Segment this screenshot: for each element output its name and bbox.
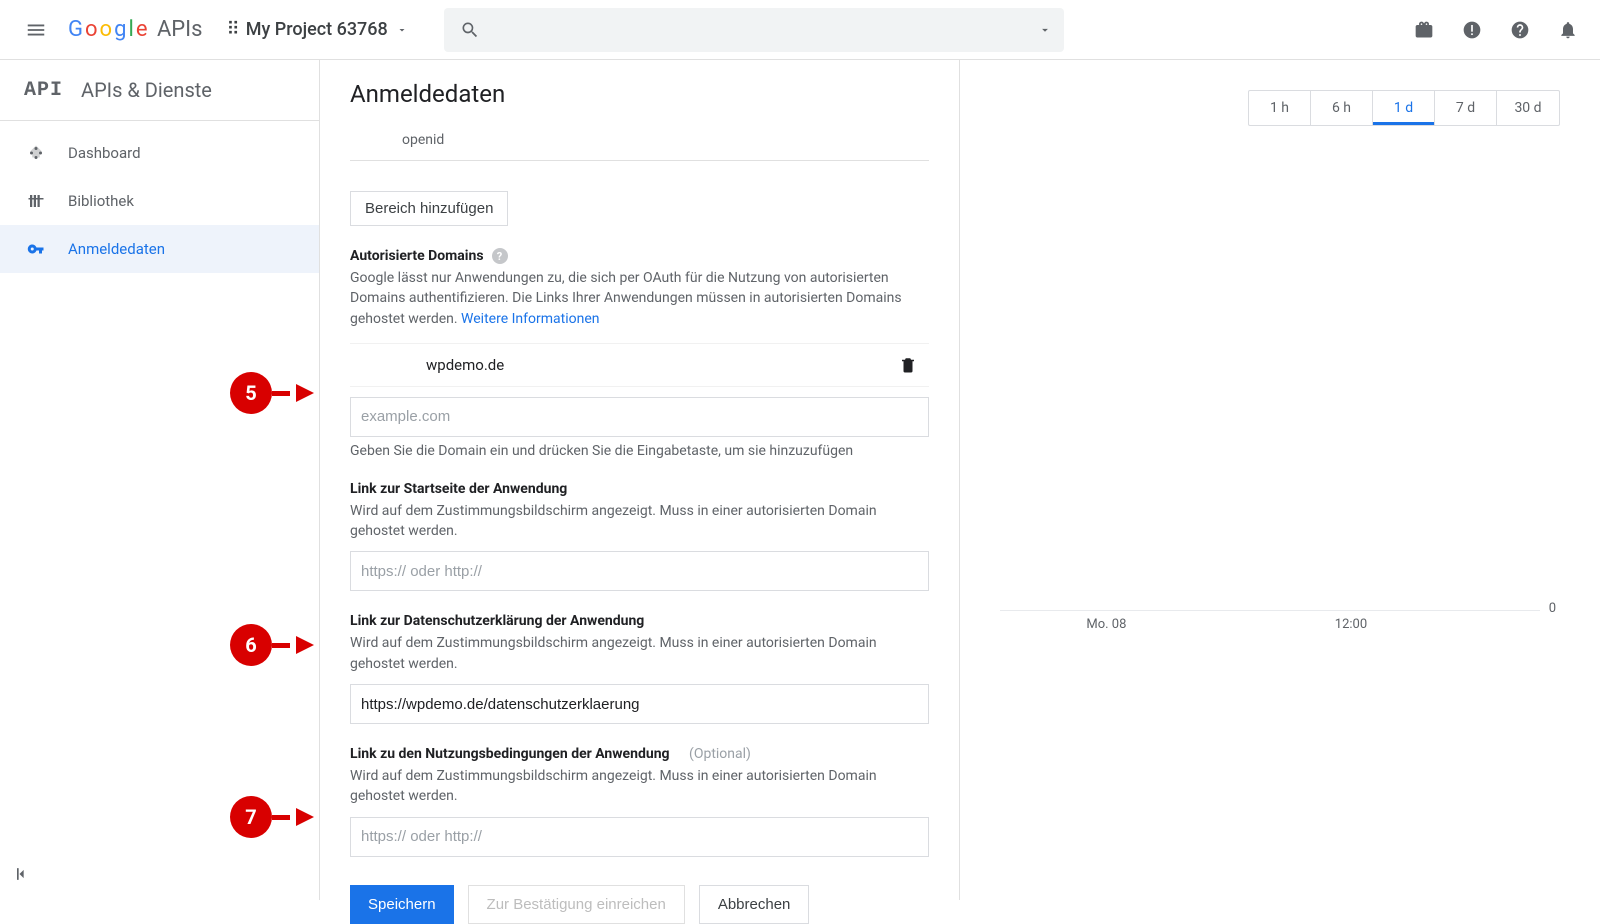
sidebar-item-label: Anmeldedaten (68, 240, 165, 258)
tos-optional: (Optional) (689, 746, 751, 762)
chart-tick-0: Mo. 08 (1086, 617, 1126, 632)
help-icon[interactable] (1508, 18, 1532, 42)
notifications-icon[interactable] (1556, 18, 1580, 42)
top-bar: Google APIs ⠿ My Project 63768 (0, 0, 1600, 60)
page-title: Anmeldedaten (350, 60, 929, 132)
add-scope-button[interactable]: Bereich hinzufügen (350, 191, 508, 226)
main: Anmeldedaten openid Bereich hinzufügen A… (320, 60, 1600, 900)
project-icon: ⠿ (227, 19, 238, 40)
search-bar[interactable] (444, 8, 1064, 52)
save-button[interactable]: Speichern (350, 885, 454, 924)
time-tab-1d[interactable]: 1 d (1373, 91, 1435, 125)
tos-link-label-text: Link zu den Nutzungsbedingungen der Anwe… (350, 746, 670, 762)
shell: API APIs & Dienste Dashboard Bibliothek (0, 60, 1600, 900)
cancel-button[interactable]: Abbrechen (699, 885, 810, 924)
library-icon (26, 192, 46, 210)
sidebar: API APIs & Dienste Dashboard Bibliothek (0, 60, 320, 900)
scope-row-openid: openid (350, 132, 929, 161)
time-tab-1h[interactable]: 1 h (1249, 91, 1311, 125)
sidebar-item-library[interactable]: Bibliothek (0, 177, 319, 225)
privacy-link-input[interactable] (350, 684, 929, 724)
search-dropdown-icon[interactable] (1038, 23, 1052, 37)
sidebar-item-label: Dashboard (68, 144, 141, 162)
auth-domains-desc-text: Google lässt nur Anwendungen zu, die sic… (350, 270, 902, 327)
more-info-link[interactable]: Weitere Informationen (461, 311, 599, 327)
privacy-link-desc: Wird auf dem Zustimmungsbildschirm angez… (350, 633, 929, 674)
sidebar-item-label: Bibliothek (68, 192, 134, 210)
nav: Dashboard Bibliothek Anmeldedaten (0, 121, 319, 273)
privacy-link-label: Link zur Datenschutzerklärung der Anwend… (350, 613, 929, 629)
sidebar-item-dashboard[interactable]: Dashboard (0, 129, 319, 177)
collapse-icon (12, 864, 32, 884)
auth-domains-desc: Google lässt nur Anwendungen zu, die sic… (350, 268, 929, 329)
dashboard-icon (26, 144, 46, 162)
action-row: Speichern Zur Bestätigung einreichen Abb… (350, 885, 929, 924)
time-tab-30d[interactable]: 30 d (1497, 91, 1559, 125)
help-tooltip-icon[interactable]: ? (492, 248, 508, 264)
caret-down-icon (396, 24, 408, 36)
annotation-marker-7: 7 (230, 796, 314, 838)
content: Anmeldedaten openid Bereich hinzufügen A… (320, 60, 960, 900)
domain-row: wpdemo.de (350, 344, 929, 387)
homepage-link-desc: Wird auf dem Zustimmungsbildschirm angez… (350, 501, 929, 542)
homepage-link-label: Link zur Startseite der Anwendung (350, 481, 929, 497)
project-name: My Project 63768 (246, 19, 388, 40)
chart-y-zero: 0 (1549, 601, 1556, 616)
annotation-marker-6: 6 (230, 624, 314, 666)
annotation-marker-5-num: 5 (230, 372, 272, 414)
tos-link-label: Link zu den Nutzungsbedingungen der Anwe… (350, 746, 929, 762)
alert-icon[interactable] (1460, 18, 1484, 42)
domain-input[interactable] (350, 397, 929, 437)
hamburger-menu-icon[interactable] (12, 6, 60, 54)
annotation-marker-7-num: 7 (230, 796, 272, 838)
annotation-marker-6-num: 6 (230, 624, 272, 666)
time-range-selector: 1 h 6 h 1 d 7 d 30 d (1248, 90, 1560, 126)
chart-x-axis: 0 Mo. 08 12:00 (1000, 610, 1540, 611)
annotation-marker-5: 5 (230, 372, 314, 414)
project-picker[interactable]: ⠿ My Project 63768 (227, 19, 408, 40)
chart-tick-1: 12:00 (1335, 617, 1367, 632)
delete-domain-icon[interactable] (899, 356, 917, 374)
domain-value: wpdemo.de (426, 356, 504, 374)
tos-link-desc: Wird auf dem Zustimmungsbildschirm angez… (350, 766, 929, 807)
sidebar-title-text: APIs & Dienste (81, 78, 212, 102)
right-pane: 1 h 6 h 1 d 7 d 30 d 0 Mo. 08 12:00 (960, 60, 1600, 900)
domain-input-hint: Geben Sie die Domain ein und drücken Sie… (350, 443, 929, 459)
time-tab-6h[interactable]: 6 h (1311, 91, 1373, 125)
time-tab-7d[interactable]: 7 d (1435, 91, 1497, 125)
submit-verify-button: Zur Bestätigung einreichen (468, 885, 685, 924)
auth-domains-label: Autorisierte Domains ? (350, 248, 929, 264)
sidebar-title: API APIs & Dienste (0, 60, 319, 121)
sidebar-collapse[interactable] (0, 848, 319, 900)
top-right-icons (1412, 18, 1588, 42)
api-logo-icon: API (24, 79, 63, 102)
auth-domains-label-text: Autorisierte Domains (350, 248, 484, 264)
google-apis-logo[interactable]: Google APIs (68, 17, 203, 42)
homepage-link-input[interactable] (350, 551, 929, 591)
gift-icon[interactable] (1412, 18, 1436, 42)
tos-link-input[interactable] (350, 817, 929, 857)
sidebar-item-credentials[interactable]: Anmeldedaten (0, 225, 319, 273)
key-icon (26, 240, 46, 258)
search-icon (460, 20, 480, 40)
